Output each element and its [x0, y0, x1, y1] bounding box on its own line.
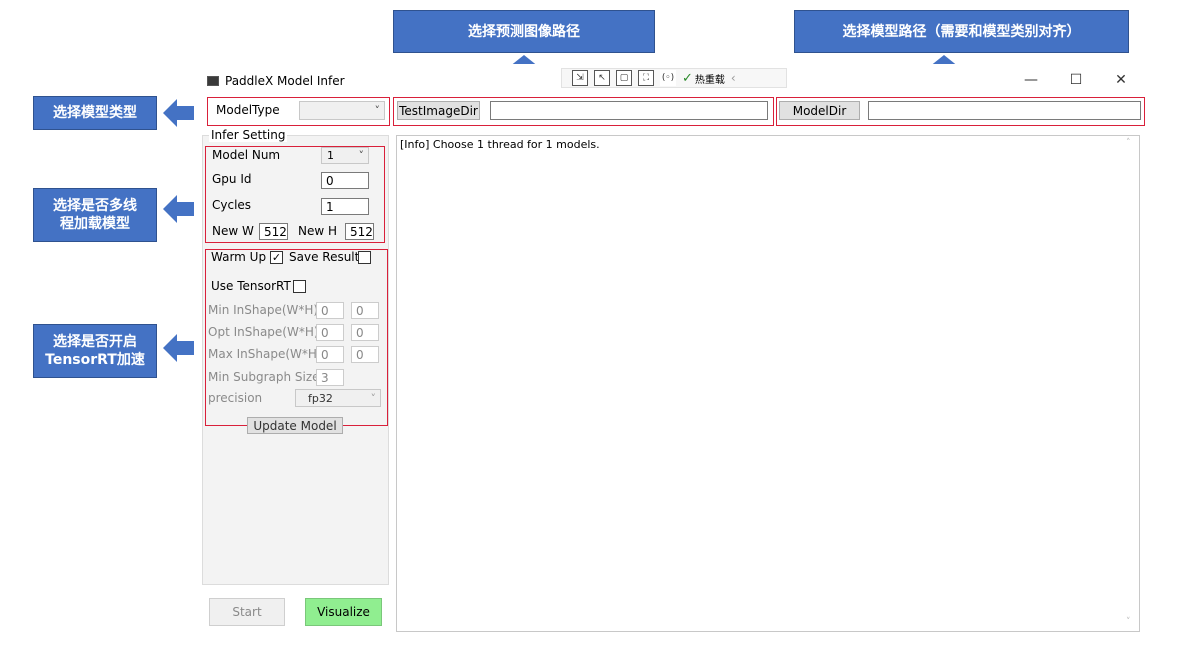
cycles-label: Cycles	[212, 198, 252, 212]
cycles-input[interactable]: 1	[321, 198, 369, 215]
opt-inshape-h-input[interactable]: 0	[351, 324, 379, 341]
arrow-multithread-head	[163, 195, 177, 223]
chevron-down-icon: ˅	[358, 149, 365, 162]
minimize-button[interactable]: —	[1016, 72, 1046, 88]
callout-model-type: 选择模型类型	[33, 96, 157, 130]
window-title: PaddleX Model Infer	[225, 74, 345, 88]
callout-image-path: 选择预测图像路径	[393, 10, 655, 53]
display-layout-icon[interactable]: ▢	[616, 70, 632, 86]
warm-up-label: Warm Up	[211, 250, 267, 264]
hot-reload-label[interactable]: 热重载	[695, 71, 725, 86]
arrow-tensorrt-tail	[176, 341, 194, 355]
log-line: [Info] Choose 1 thread for 1 models.	[400, 138, 600, 151]
callout-model-path: 选择模型路径（需要和模型类别对齐）	[794, 10, 1129, 53]
chevron-down-icon: ˅	[370, 391, 377, 405]
model-type-label: ModelType	[216, 103, 280, 117]
maximize-button[interactable]: ☐	[1061, 72, 1091, 88]
callout-tensorrt-line2: TensorRT加速	[45, 352, 145, 368]
max-inshape-label: Max InShape(W*H)	[208, 347, 322, 361]
min-subgraph-label: Min Subgraph Size	[208, 370, 320, 384]
pointer-icon[interactable]: ↖	[594, 70, 610, 86]
max-inshape-w-input[interactable]: 0	[316, 346, 344, 363]
visualize-button[interactable]: Visualize	[305, 598, 382, 626]
min-inshape-w-input[interactable]: 0	[316, 302, 344, 319]
min-inshape-label: Min InShape(W*H)	[208, 303, 319, 317]
log-output[interactable]: [Info] Choose 1 thread for 1 models.	[396, 135, 1140, 632]
chevron-down-icon: ˅	[374, 104, 381, 117]
scroll-up-icon[interactable]: ˄	[1126, 138, 1131, 148]
test-image-dir-input[interactable]	[490, 101, 768, 120]
save-result-label: Save Result	[289, 250, 360, 264]
warm-up-checkbox[interactable]: ✓	[270, 251, 283, 264]
arrow-multithread-tail	[176, 202, 194, 216]
precision-value: fp32	[308, 391, 333, 405]
save-result-checkbox[interactable]	[358, 251, 371, 264]
binding-failures-icon[interactable]: (◦)	[660, 70, 676, 86]
collapse-toolbar-icon[interactable]: ‹	[731, 71, 736, 85]
callout-multithread: 选择是否多线 程加载模型	[33, 188, 157, 242]
infer-setting-group-title: Infer Setting	[209, 128, 288, 142]
hot-reload-check-icon: ✓	[682, 70, 693, 86]
callout-multithread-line1: 选择是否多线	[53, 198, 137, 214]
select-element-icon[interactable]: ⇲	[572, 70, 588, 86]
opt-inshape-w-input[interactable]: 0	[316, 324, 344, 341]
model-num-select[interactable]: 1 ˅	[321, 147, 369, 164]
track-focus-icon[interactable]: ⛶	[638, 70, 654, 86]
start-button[interactable]: Start	[209, 598, 285, 626]
min-inshape-h-input[interactable]: 0	[351, 302, 379, 319]
test-image-dir-button[interactable]: TestImageDir	[397, 101, 480, 120]
gpu-id-label: Gpu Id	[212, 172, 252, 186]
callout-tensorrt: 选择是否开启 TensorRT加速	[33, 324, 157, 378]
close-button[interactable]: ✕	[1106, 72, 1136, 88]
use-tensorrt-label: Use TensorRT	[211, 279, 291, 293]
model-dir-input[interactable]	[868, 101, 1141, 120]
use-tensorrt-checkbox[interactable]	[293, 280, 306, 293]
arrow-model-type-tail	[176, 106, 194, 120]
precision-select[interactable]: fp32 ˅	[295, 389, 381, 407]
update-model-button[interactable]: Update Model	[247, 417, 343, 434]
model-num-label: Model Num	[212, 148, 281, 162]
callout-multithread-line2: 程加载模型	[60, 216, 130, 232]
debug-toolbar: ⇲ ↖ ▢ ⛶ (◦) ✓ 热重载 ‹	[561, 68, 787, 88]
new-h-label: New H	[298, 224, 338, 238]
scroll-down-icon[interactable]: ˅	[1126, 617, 1131, 627]
precision-label: precision	[208, 391, 263, 405]
max-inshape-h-input[interactable]: 0	[351, 346, 379, 363]
new-h-input[interactable]: 512	[345, 223, 374, 240]
new-w-input[interactable]: 512	[259, 223, 288, 240]
app-window: PaddleX Model Infer ⇲ ↖ ▢ ⛶ (◦) ✓ 热重载 ‹ …	[199, 64, 1146, 637]
model-type-select[interactable]: ˅	[299, 101, 385, 120]
opt-inshape-label: Opt InShape(W*H)	[208, 325, 319, 339]
callout-tensorrt-line1: 选择是否开启	[53, 334, 137, 350]
arrow-tensorrt-head	[163, 334, 177, 362]
app-icon	[207, 76, 219, 86]
model-dir-button[interactable]: ModelDir	[779, 101, 860, 120]
arrow-model-type-head	[163, 99, 177, 127]
new-w-label: New W	[212, 224, 254, 238]
min-subgraph-input[interactable]: 3	[316, 369, 344, 386]
gpu-id-input[interactable]: 0	[321, 172, 369, 189]
model-num-value: 1	[327, 149, 334, 162]
